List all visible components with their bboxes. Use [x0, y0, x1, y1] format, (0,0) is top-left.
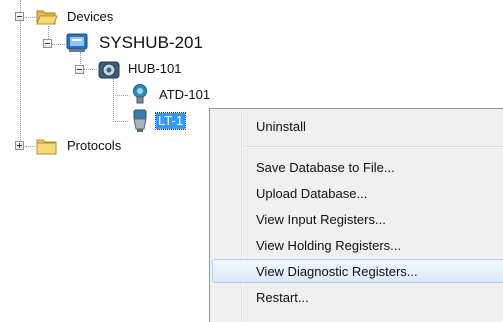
tree-line: [113, 78, 114, 122]
menu-item-view-input-registers[interactable]: View Input Registers...: [212, 207, 503, 231]
syshub-collapse-toggle[interactable]: [43, 39, 52, 48]
devices-collapse-toggle[interactable]: [15, 12, 24, 21]
gear-device-icon: [98, 61, 120, 79]
context-menu: Uninstall Save Database to File... Uploa…: [209, 108, 503, 322]
tree-line: [113, 95, 128, 96]
hub-collapse-toggle[interactable]: [75, 65, 84, 74]
tree-line: [25, 17, 35, 18]
tree-node-devices[interactable]: Devices: [65, 9, 115, 25]
tree-node-lt[interactable]: LT-1: [154, 112, 187, 130]
menu-item-restart[interactable]: Restart...: [212, 285, 503, 309]
closed-folder-icon: [36, 139, 57, 155]
protocols-expand-toggle[interactable]: [15, 141, 24, 150]
tree-line: [113, 121, 128, 122]
level-transmitter-icon: [133, 109, 147, 132]
menu-item-upload-database[interactable]: Upload Database...: [212, 181, 503, 205]
menu-item-view-diagnostic-registers[interactable]: View Diagnostic Registers...: [212, 259, 503, 283]
tree-node-protocols[interactable]: Protocols: [65, 138, 123, 154]
tree-line: [25, 146, 35, 147]
tree-line: [20, 0, 21, 146]
menu-item-uninstall[interactable]: Uninstall: [212, 114, 503, 138]
hub-device-icon: [66, 33, 88, 52]
tree-node-atd[interactable]: ATD-101: [157, 87, 212, 103]
menu-item-view-holding-registers[interactable]: View Holding Registers...: [212, 233, 503, 257]
open-folder-icon: [36, 10, 58, 25]
tree-node-syshub[interactable]: SYSHUB-201: [97, 33, 205, 53]
menu-item-save-database[interactable]: Save Database to File...: [212, 155, 503, 179]
transmitter-icon: [133, 84, 147, 104]
menu-separator: [243, 146, 503, 148]
tree-node-hub[interactable]: HUB-101: [126, 61, 183, 77]
